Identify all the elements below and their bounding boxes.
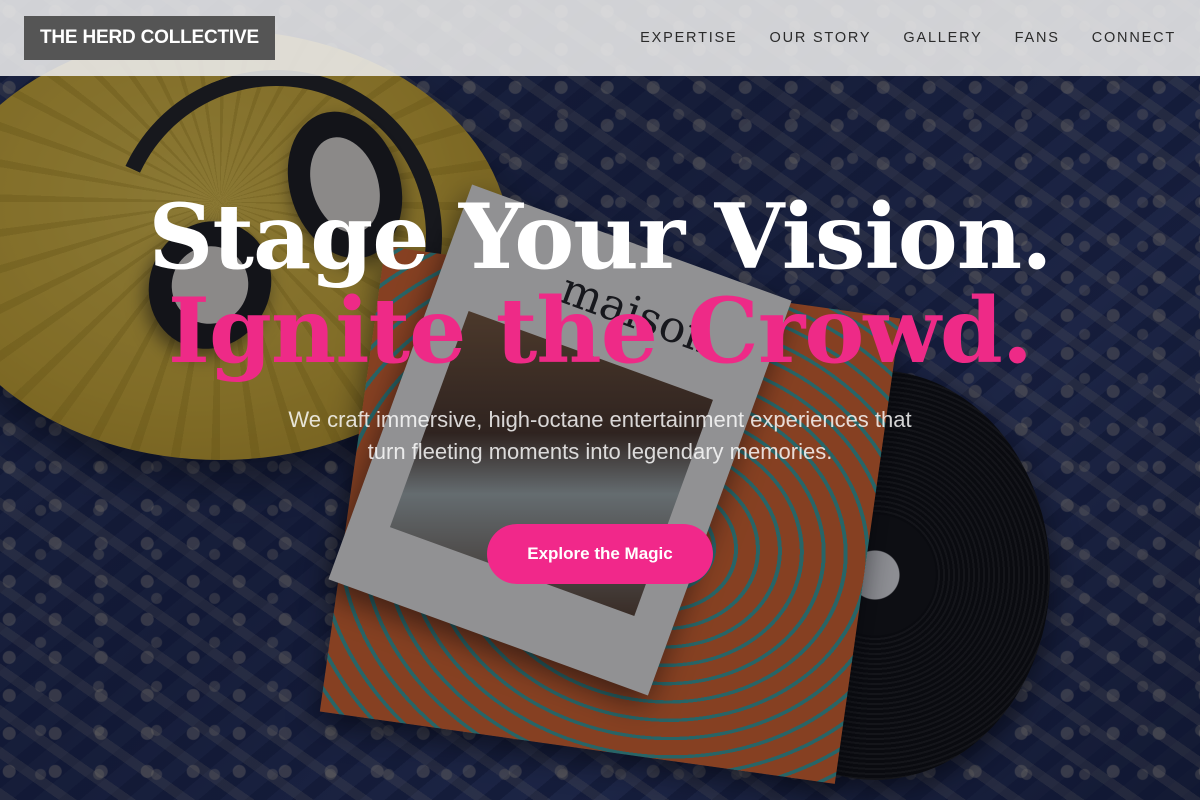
- headline-line-2: Ignite the Crowd.: [167, 278, 1033, 384]
- hero-subtext: We craft immersive, high-octane entertai…: [288, 407, 912, 464]
- nav-link-gallery[interactable]: GALLERY: [903, 30, 982, 46]
- headline-line-1: Stage Your Vision.: [148, 184, 1052, 290]
- main-nav: EXPERTISE OUR STORY GALLERY FANS CONNECT: [640, 30, 1176, 46]
- hero-section: Stage Your Vision. Ignite the Crowd. We …: [0, 190, 1200, 584]
- site-header: THE HERD COLLECTIVE EXPERTISE OUR STORY …: [0, 0, 1200, 76]
- explore-the-magic-button[interactable]: Explore the Magic: [487, 524, 713, 584]
- hero-headline: Stage Your Vision. Ignite the Crowd.: [0, 190, 1200, 378]
- nav-link-expertise[interactable]: EXPERTISE: [640, 30, 737, 46]
- site-logo[interactable]: THE HERD COLLECTIVE: [24, 16, 275, 60]
- nav-link-our-story[interactable]: OUR STORY: [770, 30, 872, 46]
- nav-link-fans[interactable]: FANS: [1015, 30, 1060, 46]
- nav-link-connect[interactable]: CONNECT: [1092, 30, 1176, 46]
